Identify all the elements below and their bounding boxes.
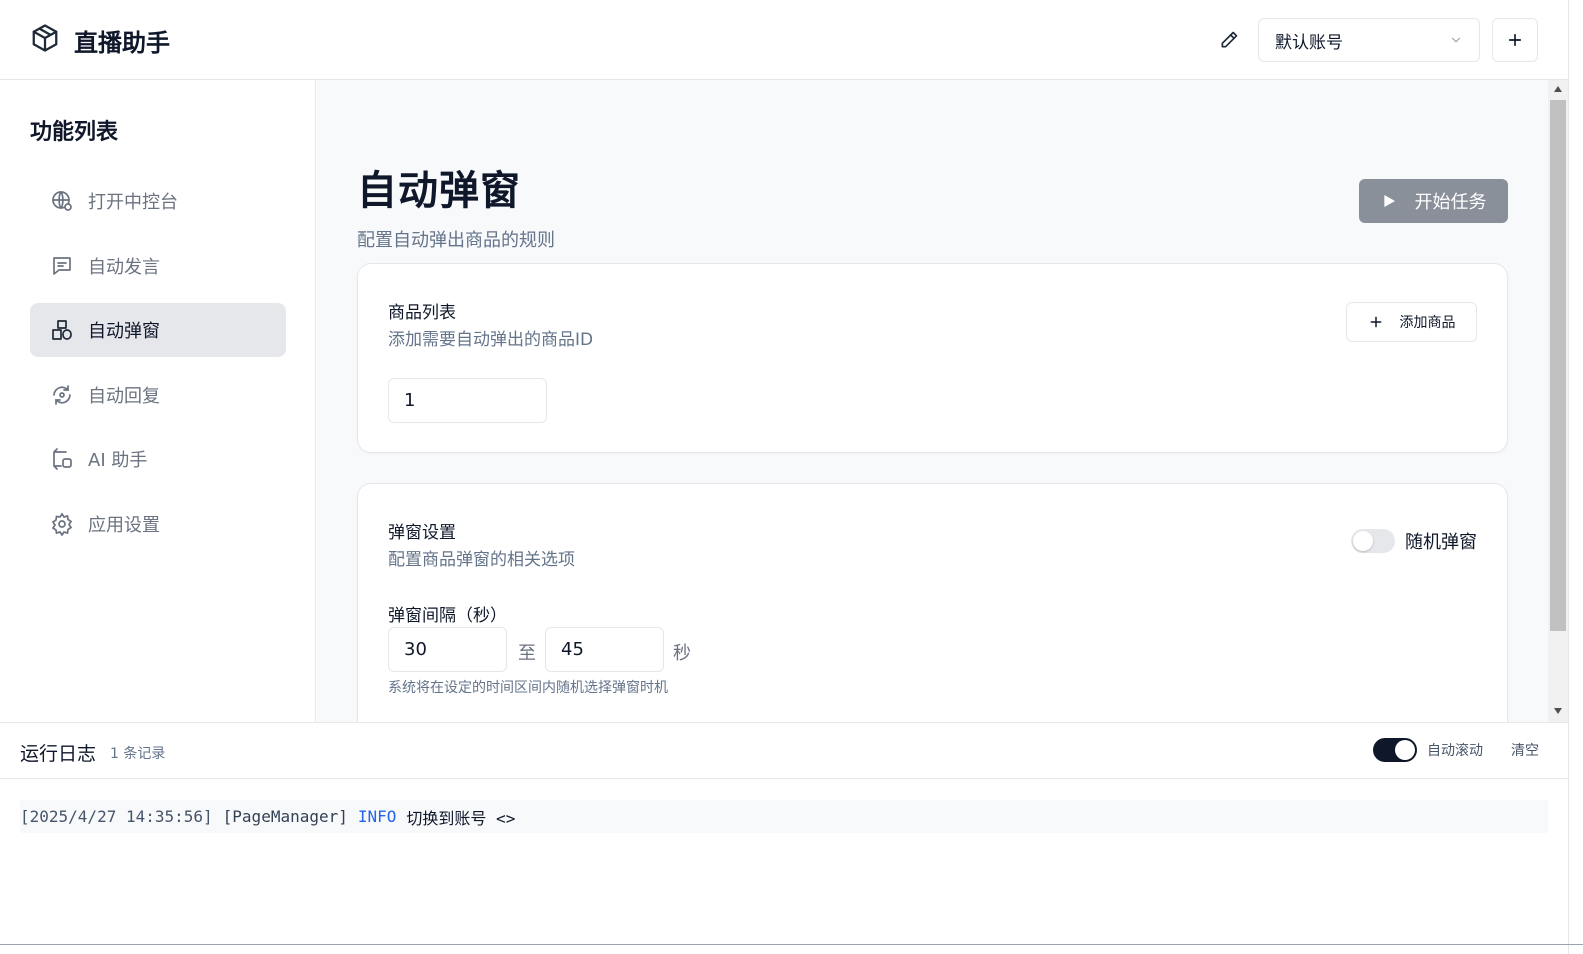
log-message: 切换到账号 <> (406, 808, 516, 828)
edit-account-button[interactable] (1212, 18, 1246, 62)
toggle-knob (1395, 740, 1415, 760)
play-icon (1383, 195, 1395, 207)
window-bottom-edge (0, 944, 1583, 945)
popup-card-title: 弹窗设置 (388, 523, 456, 543)
chevron-down-icon (1451, 37, 1461, 43)
account-select-value: 默认账号 (1275, 32, 1343, 53)
add-product-button[interactable]: 添加商品 (1346, 302, 1477, 342)
main-content: 自动弹窗 配置自动弹出商品的规则 开始任务 商品列表 添加需要自动弹出的商品ID… (317, 80, 1548, 722)
plus-icon (1508, 33, 1522, 47)
log-level: INFO (357, 807, 397, 826)
log-entry: [2025/4/27 14:35:56] [PageManager] INFO … (20, 800, 1548, 833)
product-id-input[interactable]: 1 (388, 378, 547, 423)
gear-icon (50, 511, 74, 536)
sidebar-item-label: 自动回复 (88, 385, 160, 407)
top-header: 直播助手 默认账号 (0, 0, 1568, 80)
scroll-up-arrow-icon[interactable] (1554, 86, 1562, 92)
interval-max-input[interactable]: 45 (545, 627, 664, 672)
log-header: 运行日志 1 条记录 自动滚动 清空 (0, 723, 1568, 779)
plus-icon (1370, 316, 1381, 328)
log-count: 1 条记录 (110, 746, 166, 762)
sidebar-item-settings[interactable]: 应用设置 (30, 497, 286, 551)
sidebar-item-console[interactable]: 打开中控台 (30, 174, 286, 228)
popup-card-description: 配置商品弹窗的相关选项 (388, 550, 575, 570)
sidebar-item-ai-assistant[interactable]: AI 助手 (30, 432, 286, 486)
package-logo-icon (30, 22, 60, 58)
log-source: [PageManager] (222, 807, 348, 826)
app-window: 直播助手 默认账号 功能列表 打开中控台 自动发言 自动弹窗 自动回复 AI 助… (0, 0, 1583, 954)
header-actions: 默认账号 (1212, 18, 1538, 62)
add-product-label: 添加商品 (1399, 315, 1456, 331)
scroll-down-arrow-icon[interactable] (1554, 708, 1562, 714)
page-header: 自动弹窗 配置自动弹出商品的规则 (357, 158, 555, 252)
toggle-knob (1353, 531, 1373, 551)
package-popup-icon (50, 318, 74, 342)
app-title: 直播助手 (74, 28, 170, 57)
window-right-edge (1568, 0, 1583, 954)
sidebar-item-label: 打开中控台 (88, 192, 178, 213)
page-subtitle: 配置自动弹出商品的规则 (357, 230, 555, 251)
popup-settings-card: 弹窗设置 配置商品弹窗的相关选项 随机弹窗 弹窗间隔（秒） 30 至 45 秒 … (357, 483, 1508, 722)
sidebar-item-label: AI 助手 (88, 450, 148, 471)
account-select[interactable]: 默认账号 (1258, 18, 1480, 62)
interval-label: 弹窗间隔（秒） (388, 606, 507, 626)
start-task-button[interactable]: 开始任务 (1359, 179, 1508, 223)
products-card-description: 添加需要自动弹出的商品ID (388, 330, 594, 350)
sidebar-item-auto-message[interactable]: 自动发言 (30, 239, 286, 293)
interval-min-input[interactable]: 30 (388, 627, 507, 672)
autoscroll-toggle[interactable] (1373, 738, 1417, 762)
ai-assistant-icon (50, 447, 74, 471)
add-account-button[interactable] (1492, 18, 1538, 62)
interval-hint: 系统将在设定的时间区间内随机选择弹窗时机 (388, 680, 668, 696)
log-title: 运行日志 (20, 743, 97, 765)
autoscroll-label: 自动滚动 (1427, 743, 1483, 759)
message-icon (50, 254, 74, 278)
sidebar-item-label: 自动发言 (88, 256, 160, 278)
sidebar-item-label: 自动弹窗 (88, 321, 160, 342)
log-controls: 自动滚动 清空 (1373, 738, 1539, 762)
pencil-icon (1221, 31, 1238, 48)
sidebar-item-auto-popup[interactable]: 自动弹窗 (30, 303, 286, 357)
sidebar: 功能列表 打开中控台 自动发言 自动弹窗 自动回复 AI 助手 应用设置 (0, 80, 316, 722)
brand: 直播助手 (30, 22, 170, 58)
globe-icon (50, 189, 74, 213)
log-timestamp: [2025/4/27 14:35:56] (20, 807, 213, 826)
random-popup-label: 随机弹窗 (1405, 532, 1477, 553)
sidebar-item-label: 应用设置 (88, 514, 160, 536)
interval-to-text: 至 (518, 643, 536, 664)
scroll-thumb[interactable] (1550, 100, 1566, 631)
sidebar-nav: 打开中控台 自动发言 自动弹窗 自动回复 AI 助手 应用设置 (30, 174, 286, 561)
interval-unit-text: 秒 (673, 643, 691, 664)
random-popup-toggle[interactable] (1351, 529, 1395, 553)
sidebar-item-auto-reply[interactable]: 自动回复 (30, 368, 286, 422)
start-task-label: 开始任务 (1414, 192, 1487, 213)
products-card-title: 商品列表 (388, 303, 456, 323)
random-popup-setting: 随机弹窗 (1351, 528, 1477, 554)
clear-log-button[interactable]: 清空 (1511, 740, 1539, 760)
log-panel: 运行日志 1 条记录 自动滚动 清空 [2025/4/27 14:35:56] … (0, 722, 1568, 944)
sync-reply-icon (50, 383, 74, 407)
page-title: 自动弹窗 (357, 168, 521, 214)
sidebar-title: 功能列表 (30, 120, 119, 145)
main-scrollbar[interactable] (1548, 80, 1568, 722)
products-card: 商品列表 添加需要自动弹出的商品ID 添加商品 1 (357, 263, 1508, 453)
